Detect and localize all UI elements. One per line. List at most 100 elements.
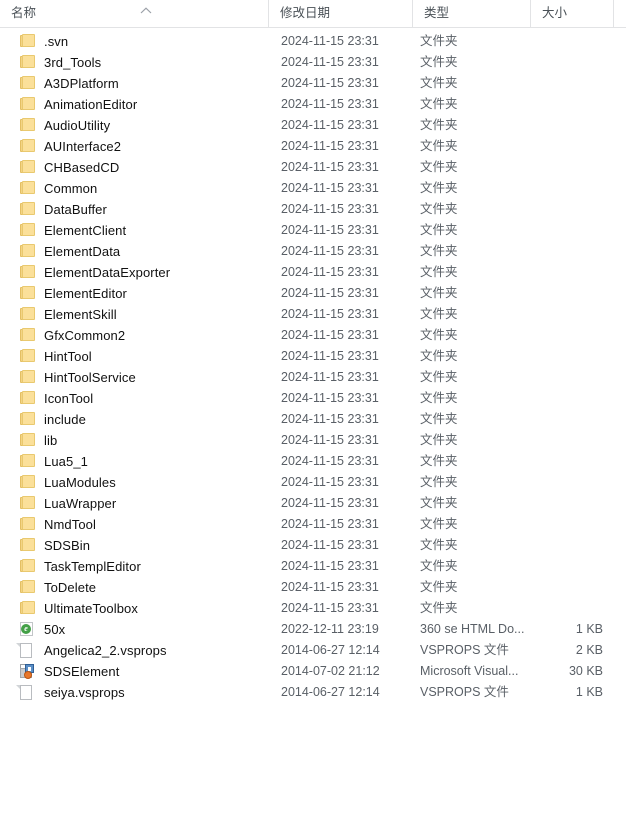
file-type-cell: 文件夹	[420, 433, 458, 447]
file-name-cell[interactable]: Angelica2_2.vsprops	[0, 640, 268, 661]
file-size-cell	[530, 115, 603, 136]
file-name-cell[interactable]: NmdTool	[0, 514, 268, 535]
date-modified-cell: 2024-11-15 23:31	[281, 391, 379, 405]
table-row[interactable]: AudioUtility 2024-11-15 23:31 文件夹	[0, 115, 626, 136]
date-modified-cell: 2024-11-15 23:31	[281, 538, 379, 552]
table-row[interactable]: Angelica2_2.vsprops 2014-06-27 12:14 VSPRO…	[0, 640, 626, 661]
table-row[interactable]: AnimationEditor 2024-11-15 23:31 文件夹	[0, 94, 626, 115]
table-row[interactable]: ElementDataExporter 2024-11-15 23:31 文件夹	[0, 262, 626, 283]
file-type-cell: 文件夹	[420, 118, 458, 132]
table-row[interactable]: HintTool 2024-11-15 23:31 文件夹	[0, 346, 626, 367]
table-row[interactable]: ElementEditor 2024-11-15 23:31 文件夹	[0, 283, 626, 304]
file-name-cell[interactable]: AnimationEditor	[0, 94, 268, 115]
file-type-cell: 文件夹	[420, 97, 458, 111]
table-row[interactable]: HintToolService 2024-11-15 23:31 文件夹	[0, 367, 626, 388]
file-name-cell[interactable]: LuaWrapper	[0, 493, 268, 514]
date-modified-cell: 2024-11-15 23:31	[281, 454, 379, 468]
column-header-date-modified[interactable]: 修改日期	[268, 0, 412, 27]
file-name-cell[interactable]: ElementEditor	[0, 283, 268, 304]
file-name-label: ElementDataExporter	[44, 265, 171, 280]
file-name-cell[interactable]: lib	[0, 430, 268, 451]
table-row[interactable]: LuaModules 2024-11-15 23:31 文件夹	[0, 472, 626, 493]
folder-icon	[20, 159, 36, 176]
table-row[interactable]: ElementClient 2024-11-15 23:31 文件夹	[0, 220, 626, 241]
file-name-cell[interactable]: ElementData	[0, 241, 268, 262]
file-size-cell	[530, 52, 603, 73]
file-name-label: seiya.vsprops	[44, 685, 125, 700]
file-size-cell	[530, 325, 603, 346]
file-type-cell: 文件夹	[420, 286, 458, 300]
file-size-cell	[530, 388, 603, 409]
table-row[interactable]: IconTool 2024-11-15 23:31 文件夹	[0, 388, 626, 409]
file-name-cell[interactable]: A3DPlatform	[0, 73, 268, 94]
date-modified-cell: 2024-11-15 23:31	[281, 160, 379, 174]
table-row[interactable]: AUInterface2 2024-11-15 23:31 文件夹	[0, 136, 626, 157]
table-row[interactable]: lib 2024-11-15 23:31 文件夹	[0, 430, 626, 451]
table-row[interactable]: SDSBin 2024-11-15 23:31 文件夹	[0, 535, 626, 556]
table-row[interactable]: include 2024-11-15 23:31 文件夹	[0, 409, 626, 430]
file-name-cell[interactable]: SDSElement	[0, 661, 268, 682]
table-row[interactable]: DataBuffer 2024-11-15 23:31 文件夹	[0, 199, 626, 220]
file-name-cell[interactable]: DataBuffer	[0, 199, 268, 220]
file-name-cell[interactable]: Lua5_1	[0, 451, 268, 472]
file-name-cell[interactable]: ElementClient	[0, 220, 268, 241]
date-modified-cell: 2024-11-15 23:31	[281, 328, 379, 342]
folder-icon	[20, 264, 36, 281]
table-row[interactable]: LuaWrapper 2024-11-15 23:31 文件夹	[0, 493, 626, 514]
table-row[interactable]: Common 2024-11-15 23:31 文件夹	[0, 178, 626, 199]
table-row[interactable]: UltimateToolbox 2024-11-15 23:31 文件夹	[0, 598, 626, 619]
file-name-label: ElementClient	[44, 223, 127, 238]
file-name-cell[interactable]: Common	[0, 178, 268, 199]
file-size-cell	[530, 493, 603, 514]
table-row[interactable]: .svn 2024-11-15 23:31 文件夹	[0, 31, 626, 52]
file-name-cell[interactable]: AUInterface2	[0, 136, 268, 157]
table-row[interactable]: ToDelete 2024-11-15 23:31 文件夹	[0, 577, 626, 598]
file-name-cell[interactable]: ToDelete	[0, 577, 268, 598]
file-name-cell[interactable]: e 50x	[0, 619, 268, 640]
folder-icon	[20, 306, 36, 323]
file-name-cell[interactable]: ElementSkill	[0, 304, 268, 325]
file-name-cell[interactable]: IconTool	[0, 388, 268, 409]
file-type-cell: 文件夹	[420, 139, 458, 153]
file-type-cell: 文件夹	[420, 328, 458, 342]
folder-icon	[20, 138, 36, 155]
date-modified-cell: 2024-11-15 23:31	[281, 286, 379, 300]
table-row[interactable]: A3DPlatform 2024-11-15 23:31 文件夹	[0, 73, 626, 94]
file-name-cell[interactable]: TaskTemplEditor	[0, 556, 268, 577]
table-row[interactable]: CHBasedCD 2024-11-15 23:31 文件夹	[0, 157, 626, 178]
table-row[interactable]: Lua5_1 2024-11-15 23:31 文件夹	[0, 451, 626, 472]
file-type-cell: VSPROPS 文件	[420, 643, 509, 657]
file-name-cell[interactable]: seiya.vsprops	[0, 682, 268, 703]
file-type-cell: 文件夹	[420, 580, 458, 594]
column-header-type[interactable]: 类型	[412, 0, 530, 27]
table-row[interactable]: ElementData 2024-11-15 23:31 文件夹	[0, 241, 626, 262]
file-name-cell[interactable]: CHBasedCD	[0, 157, 268, 178]
file-name-cell[interactable]: ElementDataExporter	[0, 262, 268, 283]
table-row[interactable]: SDSElement 2014-07-02 21:12 Microsoft Visu…	[0, 661, 626, 682]
column-header-size[interactable]: 大小	[530, 0, 613, 27]
column-header-name[interactable]: 名称	[0, 0, 268, 27]
table-row[interactable]: TaskTemplEditor 2024-11-15 23:31 文件夹	[0, 556, 626, 577]
table-row[interactable]: ElementSkill 2024-11-15 23:31 文件夹	[0, 304, 626, 325]
table-row[interactable]: GfxCommon2 2024-11-15 23:31 文件夹	[0, 325, 626, 346]
file-name-cell[interactable]: UltimateToolbox	[0, 598, 268, 619]
file-name-cell[interactable]: GfxCommon2	[0, 325, 268, 346]
file-name-cell[interactable]: AudioUtility	[0, 115, 268, 136]
file-name-cell[interactable]: .svn	[0, 31, 268, 52]
file-name-cell[interactable]: 3rd_Tools	[0, 52, 268, 73]
file-name-cell[interactable]: SDSBin	[0, 535, 268, 556]
table-row[interactable]: seiya.vsprops 2014-06-27 12:14 VSPROPS 文件 1…	[0, 682, 626, 703]
date-modified-cell: 2024-11-15 23:31	[281, 475, 379, 489]
file-name-label: AnimationEditor	[44, 97, 138, 112]
date-modified-cell: 2024-11-15 23:31	[281, 349, 379, 363]
file-name-cell[interactable]: HintTool	[0, 346, 268, 367]
file-name-cell[interactable]: include	[0, 409, 268, 430]
file-size-cell: 1 KB	[575, 685, 603, 699]
table-row[interactable]: e 50x 2022-12-11 23:19 360 se HTML Do... 1 K…	[0, 619, 626, 640]
table-row[interactable]: 3rd_Tools 2024-11-15 23:31 文件夹	[0, 52, 626, 73]
file-name-label: AudioUtility	[44, 118, 111, 133]
file-name-cell[interactable]: HintToolService	[0, 367, 268, 388]
file-name-label: LuaWrapper	[44, 496, 117, 511]
table-row[interactable]: NmdTool 2024-11-15 23:31 文件夹	[0, 514, 626, 535]
file-name-cell[interactable]: LuaModules	[0, 472, 268, 493]
